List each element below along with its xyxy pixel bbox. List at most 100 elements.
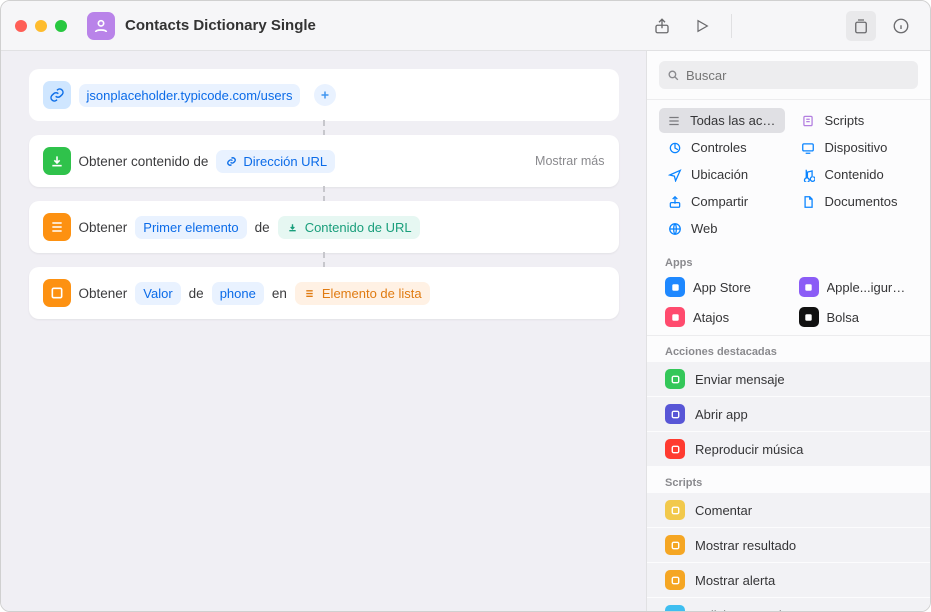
category-icon bbox=[666, 193, 683, 210]
category-item[interactable]: Documentos bbox=[793, 189, 919, 214]
action-list-label: Enviar mensaje bbox=[695, 372, 785, 387]
action-list-label: Mostrar alerta bbox=[695, 573, 775, 588]
shortcuts-editor-window: Contacts Dictionary Single bbox=[0, 0, 931, 612]
category-icon bbox=[800, 166, 817, 183]
category-item[interactable]: Contenido bbox=[793, 162, 919, 187]
page-title: Contacts Dictionary Single bbox=[125, 17, 316, 34]
app-icon bbox=[799, 277, 819, 297]
category-icon bbox=[666, 112, 682, 129]
category-item[interactable]: Todas las acci... bbox=[659, 108, 785, 133]
category-item[interactable]: Controles bbox=[659, 135, 785, 160]
category-grid: Todas las acci... Scripts Controles Disposi… bbox=[647, 100, 930, 247]
category-item[interactable]: Web bbox=[659, 216, 785, 241]
url-value-token[interactable]: jsonplaceholder.typicode.com/users bbox=[79, 84, 301, 107]
action-list-item[interactable]: Comentar bbox=[647, 493, 930, 528]
category-label: Contenido bbox=[825, 167, 884, 182]
category-label: Scripts bbox=[825, 113, 865, 128]
action-mini-icon bbox=[665, 439, 685, 459]
in-label: en bbox=[272, 286, 287, 301]
app-item[interactable]: App Store bbox=[659, 273, 785, 301]
featured-section-title: Acciones destacadas bbox=[647, 336, 930, 362]
content-area: jsonplaceholder.typicode.com/users Obten… bbox=[1, 51, 930, 611]
search-box[interactable] bbox=[659, 61, 918, 89]
app-icon bbox=[799, 307, 819, 327]
verb: Obtener bbox=[79, 286, 128, 301]
action-list-item[interactable]: Abrir app bbox=[647, 397, 930, 432]
minimize-window-button[interactable] bbox=[35, 20, 47, 32]
action-list-item[interactable]: Mostrar alerta bbox=[647, 563, 930, 598]
action-mini-icon bbox=[665, 369, 685, 389]
app-icon bbox=[665, 277, 685, 297]
download-icon bbox=[286, 220, 300, 234]
dictionary-icon bbox=[43, 279, 71, 307]
app-label: Apple...igurator bbox=[827, 280, 913, 295]
download-icon bbox=[43, 147, 71, 175]
share-button[interactable] bbox=[647, 11, 677, 41]
action-list-label: Mostrar resultado bbox=[695, 538, 796, 553]
key-token[interactable]: phone bbox=[212, 282, 264, 305]
category-icon bbox=[666, 220, 683, 237]
connector bbox=[323, 186, 325, 202]
search-icon bbox=[667, 69, 680, 82]
action-mini-icon bbox=[665, 500, 685, 520]
category-icon bbox=[800, 193, 817, 210]
app-label: App Store bbox=[693, 280, 751, 295]
maximize-window-button[interactable] bbox=[55, 20, 67, 32]
list-icon bbox=[303, 286, 317, 300]
category-label: Compartir bbox=[691, 194, 748, 209]
close-window-button[interactable] bbox=[15, 20, 27, 32]
category-icon bbox=[800, 139, 817, 156]
apps-grid: App Store Apple...igurator Atajos Bolsa bbox=[647, 273, 930, 331]
category-label: Documentos bbox=[825, 194, 898, 209]
info-button[interactable] bbox=[886, 11, 916, 41]
action-get-url-contents[interactable]: Obtener contenido de Dirección URL Mostr… bbox=[29, 135, 619, 187]
action-list-item[interactable]: Solicitar entrada bbox=[647, 598, 930, 611]
app-item[interactable]: Apple...igurator bbox=[793, 273, 919, 301]
of-label: de bbox=[255, 220, 270, 235]
action-list-item[interactable]: Enviar mensaje bbox=[647, 362, 930, 397]
url-param-token[interactable]: Dirección URL bbox=[216, 150, 335, 173]
app-item[interactable]: Bolsa bbox=[793, 303, 919, 331]
run-button[interactable] bbox=[687, 11, 717, 41]
action-list-item[interactable]: Reproducir música bbox=[647, 432, 930, 467]
action-get-dictionary-value[interactable]: Obtener Valor de phone en Elemento de li… bbox=[29, 267, 619, 319]
traffic-lights bbox=[15, 20, 67, 32]
category-item[interactable]: Compartir bbox=[659, 189, 785, 214]
action-list-item[interactable]: Mostrar resultado bbox=[647, 528, 930, 563]
source-token[interactable]: Elemento de lista bbox=[295, 282, 430, 305]
action-mini-icon bbox=[665, 535, 685, 555]
scripts-section-title: Scripts bbox=[647, 467, 930, 493]
connector bbox=[323, 252, 325, 268]
add-url-button[interactable] bbox=[314, 84, 336, 106]
category-icon bbox=[800, 112, 817, 129]
category-item[interactable]: Scripts bbox=[793, 108, 919, 133]
action-label: Obtener contenido de bbox=[79, 154, 209, 169]
category-label: Controles bbox=[691, 140, 747, 155]
of-label: de bbox=[189, 286, 204, 301]
search-input[interactable] bbox=[686, 68, 910, 83]
selector-token[interactable]: Primer elemento bbox=[135, 216, 246, 239]
action-library-sidebar: Todas las acci... Scripts Controles Disposi… bbox=[646, 51, 930, 611]
workflow-editor[interactable]: jsonplaceholder.typicode.com/users Obten… bbox=[1, 51, 646, 611]
connector bbox=[323, 120, 325, 136]
action-get-item[interactable]: Obtener Primer elemento de Contenido de … bbox=[29, 201, 619, 253]
action-list-label: Reproducir música bbox=[695, 442, 803, 457]
category-label: Web bbox=[691, 221, 718, 236]
actions-scroll[interactable]: Acciones destacadas Enviar mensaje Abrir … bbox=[647, 335, 930, 611]
category-label: Ubicación bbox=[691, 167, 748, 182]
app-label: Bolsa bbox=[827, 310, 860, 325]
source-token[interactable]: Contenido de URL bbox=[278, 216, 420, 239]
show-more-button[interactable]: Mostrar más bbox=[535, 154, 604, 168]
library-toggle-button[interactable] bbox=[846, 11, 876, 41]
app-item[interactable]: Atajos bbox=[659, 303, 785, 331]
link-icon bbox=[43, 81, 71, 109]
category-item[interactable]: Ubicación bbox=[659, 162, 785, 187]
action-list-label: Abrir app bbox=[695, 407, 748, 422]
action-mini-icon bbox=[665, 570, 685, 590]
apps-section-title: Apps bbox=[647, 247, 930, 273]
app-label: Atajos bbox=[693, 310, 729, 325]
what-token[interactable]: Valor bbox=[135, 282, 180, 305]
action-url[interactable]: jsonplaceholder.typicode.com/users bbox=[29, 69, 619, 121]
category-label: Dispositivo bbox=[825, 140, 888, 155]
category-item[interactable]: Dispositivo bbox=[793, 135, 919, 160]
